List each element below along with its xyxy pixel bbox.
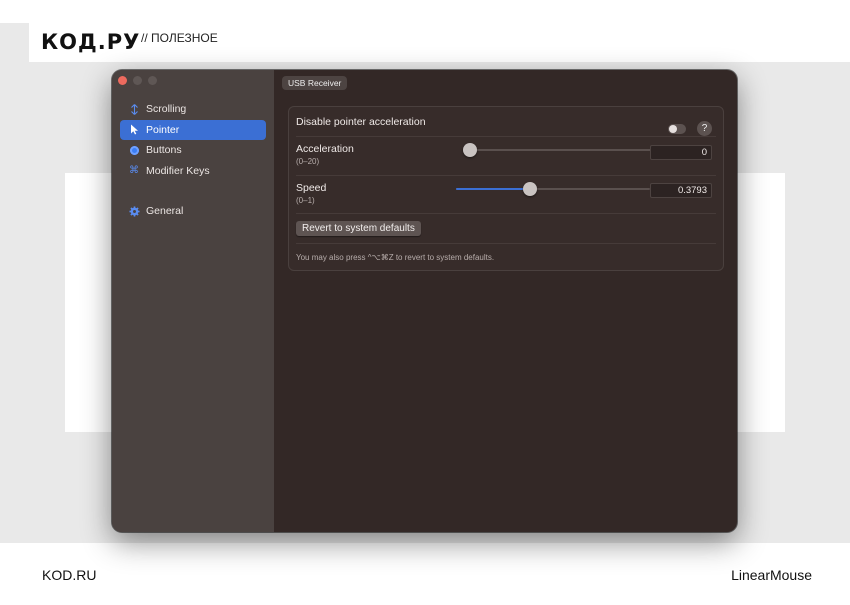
sidebar-item-label: Pointer [146, 123, 180, 136]
slider-track [463, 149, 657, 151]
sidebar-nav: Scrolling Pointer Buttons ⌘ Modifier Key… [120, 99, 266, 222]
circle-button-icon [127, 145, 141, 155]
revert-defaults-button[interactable]: Revert to system defaults [296, 221, 421, 236]
acceleration-slider[interactable] [463, 143, 657, 157]
slider-thumb[interactable] [523, 182, 537, 196]
revert-shortcut-hint: You may also press ^⌥⌘Z to revert to sys… [296, 253, 495, 262]
sidebar-item-pointer[interactable]: Pointer [120, 119, 266, 140]
row-divider [296, 136, 716, 137]
acceleration-row: Acceleration (0–20) 0 [296, 143, 716, 177]
sidebar-item-general[interactable]: General [120, 201, 266, 221]
command-key-icon: ⌘ [129, 165, 139, 177]
sidebar: Scrolling Pointer Buttons ⌘ Modifier Key… [112, 70, 274, 532]
footer-bar [0, 543, 821, 605]
sidebar-item-label: General [146, 205, 184, 218]
pointer-settings-group: Disable pointer acceleration ? Accelerat… [288, 106, 724, 271]
footer-app-name: LinearMouse [731, 567, 812, 583]
disable-accel-toggle[interactable] [668, 124, 686, 134]
footer-site-name: KOD.RU [42, 567, 97, 583]
window-controls [118, 76, 157, 85]
scroll-arrows-icon [127, 103, 141, 115]
pointer-arrow-icon [127, 124, 141, 135]
zoom-window-button[interactable] [148, 76, 157, 85]
row-divider [296, 175, 716, 176]
disable-accel-label: Disable pointer acceleration [296, 116, 426, 128]
sidebar-item-modifier-keys[interactable]: ⌘ Modifier Keys [120, 161, 266, 181]
gear-icon [127, 206, 141, 217]
sidebar-item-label: Scrolling [146, 103, 187, 115]
close-window-button[interactable] [118, 76, 127, 85]
sidebar-item-label: Buttons [146, 144, 182, 157]
acceleration-value-field[interactable]: 0 [650, 145, 712, 160]
help-button[interactable]: ? [697, 121, 712, 136]
pointer-settings-pane: USB Receiver Disable pointer acceleratio… [274, 70, 737, 532]
sidebar-item-label: Modifier Keys [146, 164, 210, 177]
speed-slider[interactable] [456, 182, 650, 196]
site-logo[interactable]: КОД.РУ [41, 30, 140, 54]
device-selector[interactable]: USB Receiver [282, 76, 348, 90]
slider-fill [456, 188, 530, 190]
sidebar-item-buttons[interactable]: Buttons [120, 140, 266, 160]
site-section-tag[interactable]: // ПОЛЕЗНОЕ [141, 31, 218, 45]
row-divider [296, 213, 716, 214]
slider-thumb[interactable] [463, 143, 477, 157]
speed-row: Speed (0–1) 0.3793 [296, 182, 716, 216]
speed-value-field[interactable]: 0.3793 [650, 183, 712, 198]
toggle-knob [669, 125, 677, 133]
disable-accel-row: Disable pointer acceleration ? [296, 115, 716, 141]
minimize-window-button[interactable] [133, 76, 142, 85]
row-divider [296, 243, 716, 244]
app-window: Scrolling Pointer Buttons ⌘ Modifier Key… [112, 70, 737, 532]
sidebar-item-scrolling[interactable]: Scrolling [120, 99, 266, 119]
